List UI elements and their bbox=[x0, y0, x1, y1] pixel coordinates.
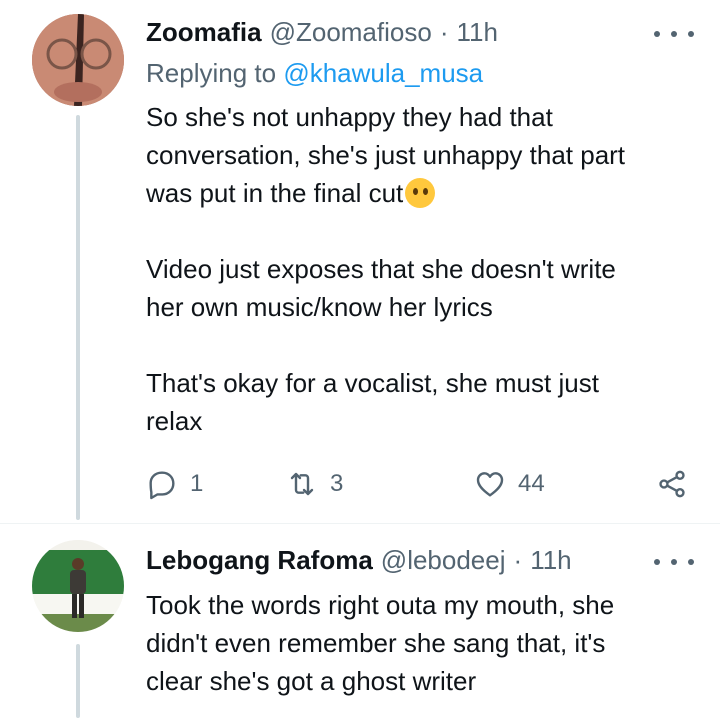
more-options-icon[interactable] bbox=[654, 552, 694, 572]
separator-dot: · bbox=[513, 544, 523, 575]
text-line: her own music/know her lyrics bbox=[146, 292, 493, 322]
like-button[interactable]: 44 bbox=[474, 466, 545, 502]
text-line: conversation, she's just unhappy that pa… bbox=[146, 140, 626, 170]
author-name[interactable]: Lebogang Rafoma bbox=[146, 545, 373, 576]
author-name[interactable]: Zoomafia bbox=[146, 17, 262, 48]
author-handle[interactable]: @lebodeej bbox=[381, 545, 506, 576]
reply-button[interactable]: 1 bbox=[146, 466, 203, 502]
share-button[interactable] bbox=[656, 466, 688, 502]
avatar-photo bbox=[32, 14, 124, 106]
tweet-header: Zoomafia @Zoomafioso · 11h bbox=[146, 16, 660, 48]
avatar-photo bbox=[32, 540, 124, 632]
text-line: relax bbox=[146, 406, 203, 436]
timestamp[interactable]: 11h bbox=[530, 545, 571, 576]
heart-icon bbox=[476, 472, 504, 497]
more-options-icon[interactable] bbox=[654, 24, 694, 44]
text-line: was put in the final cut bbox=[146, 178, 404, 208]
retweet-icon bbox=[290, 472, 314, 496]
text-line: Video just exposes that she doesn't writ… bbox=[146, 254, 616, 284]
tweet[interactable]: Lebogang Rafoma @lebodeej · 11h Took the… bbox=[0, 524, 720, 718]
reply-icon bbox=[149, 471, 175, 500]
tweet-text-paragraph: So she's not unhappy they had that conve… bbox=[146, 98, 706, 212]
replying-to-label: Replying to bbox=[146, 58, 277, 88]
tweet-actions: 1 3 44 bbox=[146, 466, 694, 502]
tweet[interactable]: Zoomafia @Zoomafioso · 11h Replying to @… bbox=[0, 0, 720, 520]
mention-link[interactable]: @khawula_musa bbox=[283, 58, 483, 88]
text-line: Took the words right outa my mouth, she bbox=[146, 590, 615, 620]
like-count: 44 bbox=[518, 470, 545, 497]
retweet-button[interactable]: 3 bbox=[286, 466, 343, 502]
text-line: didn't even remember she sang that, it's bbox=[146, 628, 606, 658]
tweet-header: Lebogang Rafoma @lebodeej · 11h bbox=[146, 544, 660, 576]
reply-count: 1 bbox=[190, 470, 204, 497]
replying-to: Replying to @khawula_musa bbox=[146, 58, 483, 89]
timestamp[interactable]: 11h bbox=[456, 17, 497, 48]
retweet-count: 3 bbox=[330, 470, 344, 497]
thinking-face-emoji-icon bbox=[405, 178, 436, 208]
share-icon bbox=[659, 470, 685, 498]
text-line: So she's not unhappy they had that bbox=[146, 102, 553, 132]
avatar[interactable] bbox=[32, 540, 124, 632]
text-line: clear she's got a ghost writer bbox=[146, 666, 477, 696]
separator-dot: · bbox=[439, 16, 449, 47]
author-handle[interactable]: @Zoomafioso bbox=[270, 17, 432, 48]
thread-line bbox=[76, 115, 80, 520]
thread-line bbox=[76, 644, 80, 718]
tweet-text-paragraph: That's okay for a vocalist, she must jus… bbox=[146, 364, 706, 440]
tweet-text-paragraph: Video just exposes that she doesn't writ… bbox=[146, 250, 706, 326]
avatar[interactable] bbox=[32, 14, 124, 106]
text-line: That's okay for a vocalist, she must jus… bbox=[146, 368, 599, 398]
tweet-text-paragraph: Took the words right outa my mouth, she … bbox=[146, 586, 706, 700]
